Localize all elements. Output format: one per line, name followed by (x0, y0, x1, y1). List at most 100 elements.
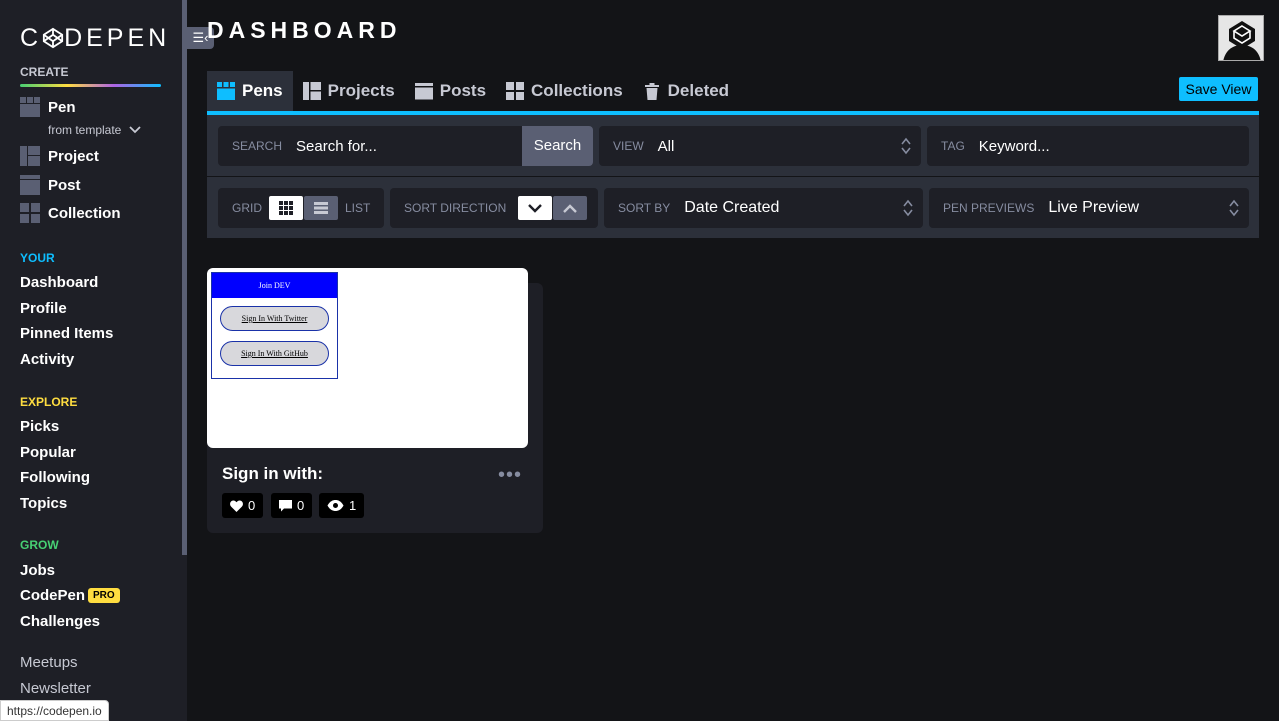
sidebar-item-pinned-items[interactable]: Pinned Items (20, 325, 113, 342)
comments-count: 0 (297, 498, 305, 513)
grid-view-button[interactable] (269, 196, 303, 220)
from-template-label: from template (48, 123, 122, 137)
likes-count: 0 (248, 498, 256, 513)
tag-input[interactable]: Keyword... (979, 138, 1050, 155)
post-icon (20, 175, 40, 195)
sidebar-item-popular[interactable]: Popular (20, 444, 76, 461)
codepen-hex-icon (42, 27, 64, 49)
pen-previews-select[interactable]: PEN PREVIEWS Live Preview (929, 188, 1249, 228)
views-button[interactable]: 1 (319, 493, 365, 518)
user-avatar-icon (1219, 16, 1263, 60)
sort-ascending-button[interactable] (553, 196, 587, 220)
chevron-up-icon (563, 203, 577, 213)
list-view-button[interactable] (304, 196, 338, 220)
comments-button[interactable]: 0 (271, 493, 313, 518)
preview-content: Join DEV Sign In With Twitter Sign In Wi… (211, 272, 338, 379)
sidebar-item-jobs[interactable]: Jobs (20, 562, 55, 579)
dashboard-tabs: Pens Projects Posts Collections Deleted (207, 71, 739, 111)
more-options-icon[interactable]: ••• (498, 465, 522, 485)
tab-pens[interactable]: Pens (207, 71, 293, 111)
sort-descending-button[interactable] (518, 196, 552, 220)
sidebar-item-newsletter[interactable]: Newsletter (20, 680, 91, 697)
explore-section-label: EXPLORE (20, 395, 78, 409)
save-view-button[interactable]: Save View (1179, 77, 1258, 101)
chevron-down-icon (129, 126, 141, 134)
filter-divider (207, 176, 1259, 177)
sidebar-item-profile[interactable]: Profile (20, 300, 67, 317)
sidebar-item-challenges[interactable]: Challenges (20, 613, 100, 630)
page-title: DASHBOARD (207, 17, 402, 43)
create-pen-label: Pen (48, 98, 76, 116)
sidebar-item-meetups[interactable]: Meetups (20, 654, 78, 671)
tab-posts[interactable]: Posts (405, 71, 496, 111)
sort-by-select[interactable]: SORT BY Date Created (604, 188, 923, 228)
tab-deleted-label: Deleted (667, 81, 730, 100)
tab-projects-label: Projects (327, 81, 395, 100)
pen-previews-value: Live Preview (1048, 199, 1140, 216)
sort-direction-label: SORT DIRECTION (404, 201, 507, 215)
projects-icon (302, 82, 321, 100)
collections-icon (506, 82, 525, 100)
sort-by-value: Date Created (684, 199, 780, 216)
search-button[interactable]: Search (522, 126, 593, 166)
create-project-link[interactable]: Project (20, 146, 99, 166)
create-project-label: Project (48, 147, 99, 165)
sidebar-item-dashboard[interactable]: Dashboard (20, 274, 98, 291)
select-arrows-icon (1229, 199, 1239, 217)
codepen-logo[interactable]: C DEPEN (20, 24, 170, 53)
view-value: All (657, 137, 675, 155)
likes-button[interactable]: 0 (222, 493, 264, 518)
preview-twitter-button: Sign In With Twitter (220, 306, 329, 331)
create-post-label: Post (48, 176, 81, 194)
from-template-link[interactable]: from template (48, 123, 141, 137)
sort-by-label: SORT BY (618, 201, 671, 215)
views-count: 1 (349, 498, 357, 513)
posts-icon (414, 83, 433, 100)
sidebar-scrollbar[interactable] (182, 0, 187, 555)
sidebar-item-picks[interactable]: Picks (20, 418, 59, 435)
create-collection-label: Collection (48, 204, 121, 222)
tab-collections[interactable]: Collections (496, 71, 633, 111)
preview-heading: Join DEV (212, 273, 337, 298)
view-label: VIEW (613, 139, 644, 153)
list-icon (314, 202, 328, 214)
tag-field[interactable]: TAG Keyword... (927, 126, 1249, 166)
trash-icon (644, 83, 659, 100)
tab-pens-label: Pens (242, 81, 283, 100)
sidebar-item-activity[interactable]: Activity (20, 351, 74, 368)
create-gradient-bar (20, 84, 161, 87)
eye-icon (327, 500, 344, 511)
sidebar-item-following[interactable]: Following (20, 469, 90, 486)
create-collection-link[interactable]: Collection (20, 203, 121, 223)
grid-icon (279, 201, 293, 215)
search-field[interactable]: SEARCH Search for... (218, 126, 522, 166)
comment-icon (279, 499, 292, 511)
list-label: LIST (345, 201, 371, 215)
avatar[interactable] (1218, 15, 1264, 61)
pen-previews-label: PEN PREVIEWS (943, 201, 1035, 215)
select-arrows-icon (903, 199, 913, 217)
collection-icon (20, 203, 40, 223)
tab-projects[interactable]: Projects (293, 71, 405, 111)
view-select[interactable]: VIEW All (599, 126, 921, 166)
pen-preview[interactable]: Join DEV Sign In With Twitter Sign In Wi… (207, 268, 528, 448)
pen-title[interactable]: Sign in with: (222, 464, 323, 484)
tag-label: TAG (941, 139, 965, 153)
heart-icon (230, 499, 243, 512)
create-pen-link[interactable]: Pen (20, 97, 76, 117)
tab-posts-label: Posts (439, 81, 487, 100)
tab-deleted[interactable]: Deleted (633, 71, 739, 111)
status-bar-url: https://codepen.io (0, 700, 109, 721)
grow-section-label: GROW (20, 538, 59, 552)
sidebar-item-topics[interactable]: Topics (20, 495, 67, 512)
create-post-link[interactable]: Post (20, 175, 81, 195)
search-input[interactable]: Search for... (296, 138, 377, 155)
pens-icon (217, 82, 235, 100)
preview-github-button: Sign In With GitHub (220, 341, 329, 366)
grid-label: GRID (232, 201, 262, 215)
project-icon (20, 146, 40, 166)
chevron-down-icon (528, 203, 542, 213)
pen-icon (20, 97, 40, 117)
tab-collections-label: Collections (531, 81, 623, 100)
sidebar-item-codepen-pro[interactable]: CodePen PRO (20, 587, 120, 604)
